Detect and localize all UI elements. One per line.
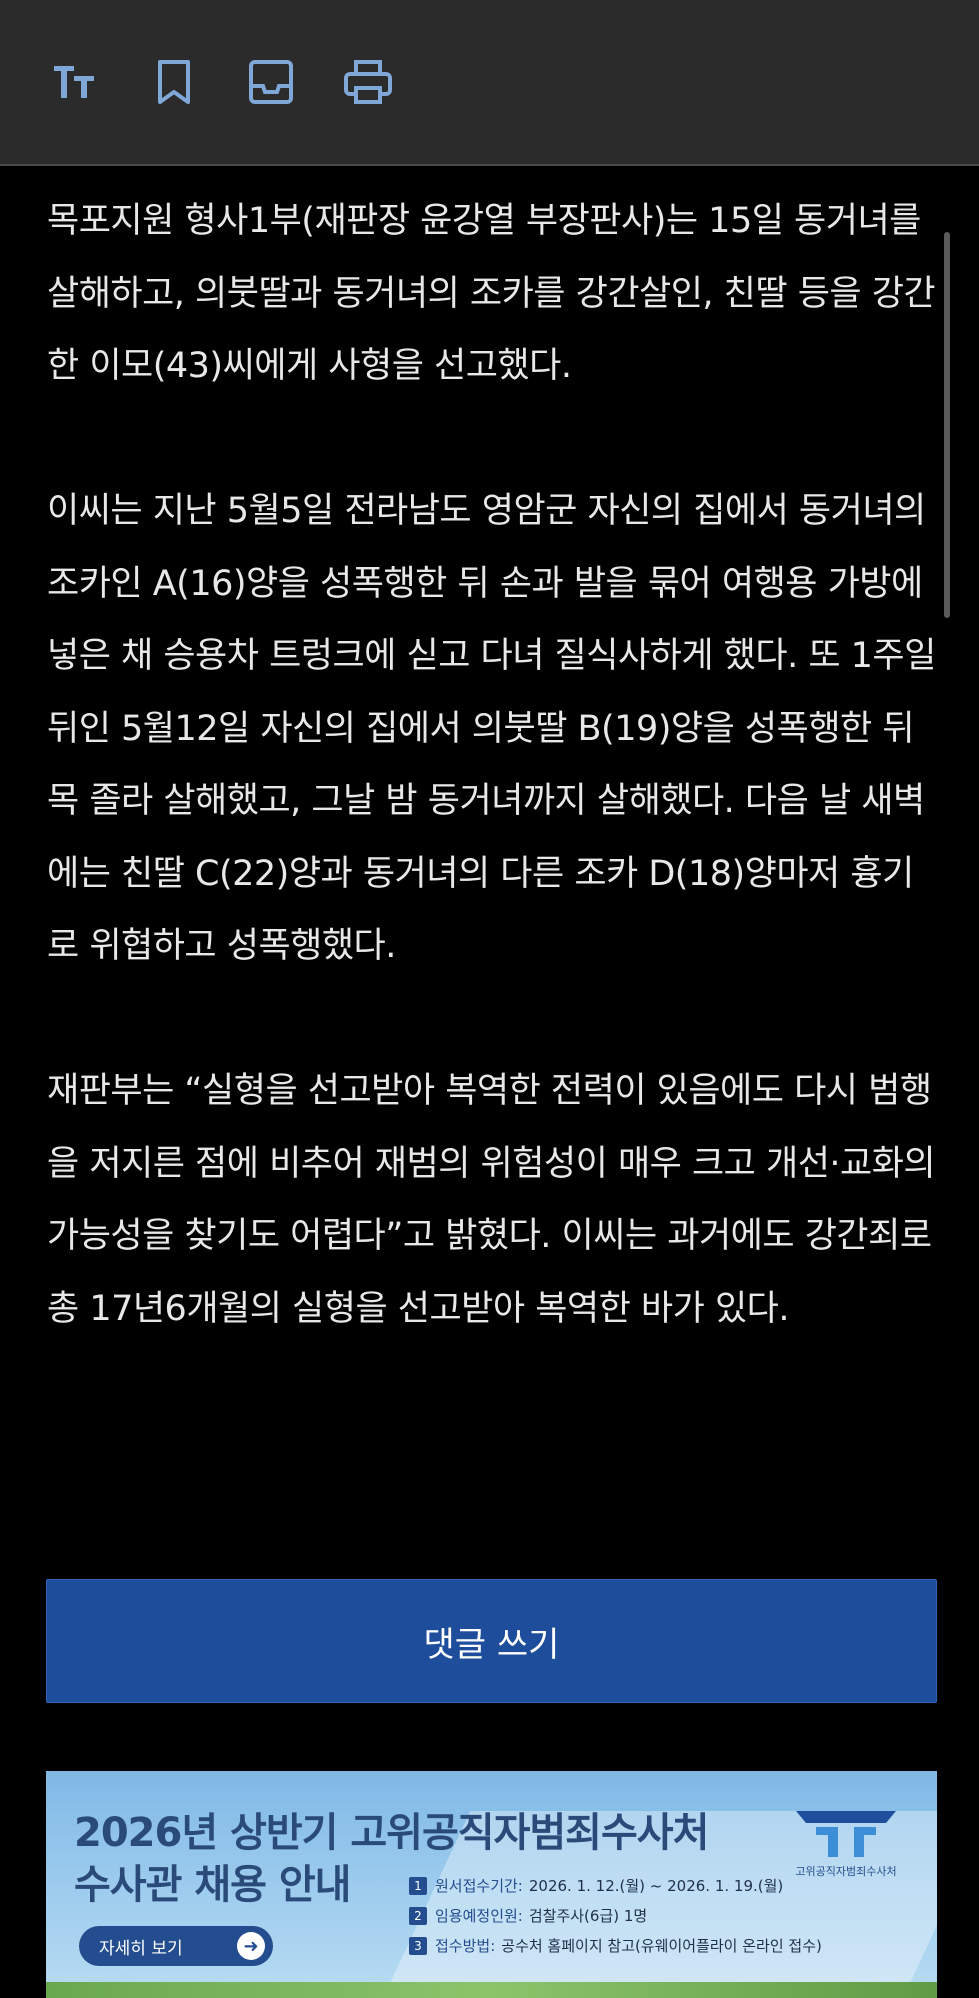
agency-logo-text: 고위공직자범죄수사처 (795, 1865, 897, 1878)
row-value: 2026. 1. 12.(월) ~ 2026. 1. 19.(월) (528, 1877, 784, 1895)
banner-more-button[interactable]: 자세히 보기 ➜ (79, 1926, 273, 1966)
text-size-icon (54, 66, 94, 98)
banner-more-label: 자세히 보기 (99, 1938, 183, 1959)
agency-logo-icon (796, 1811, 896, 1857)
print-icon (344, 60, 392, 104)
banner-title-line1: 2026년 상반기 고위공직자범죄수사처 (74, 1810, 709, 1856)
inbox-icon (249, 60, 293, 104)
row-number: 3 (409, 1937, 427, 1955)
article-paragraph: 목포지원 형사1부(재판장 윤강열 부장판사)는 15일 동거녀를 살해하고, … (47, 201, 936, 386)
ad-banner[interactable]: 2026년 상반기 고위공직자범죄수사처 수사관 채용 안내 자세히 보기 ➜ … (46, 1771, 937, 1998)
print-button[interactable] (338, 52, 398, 112)
article-paragraph: 이씨는 지난 5월5일 전라남도 영암군 자신의 집에서 동거녀의 조카인 A(… (47, 491, 936, 966)
row-key: 원서접수기간: (435, 1877, 523, 1895)
bookmark-icon (158, 60, 190, 104)
row-number: 2 (409, 1907, 427, 1925)
article-toolbar (0, 0, 979, 166)
write-comment-button[interactable]: 댓글 쓰기 (46, 1579, 937, 1703)
inbox-button[interactable] (241, 52, 301, 112)
row-number: 1 (409, 1877, 427, 1895)
text-size-button[interactable] (46, 52, 106, 112)
row-key: 접수방법: (435, 1937, 496, 1955)
banner-info-row: 2 임용예정인원: 검찰주사(6급) 1명 (409, 1901, 889, 1931)
article-body: 목포지원 형사1부(재판장 윤강열 부장판사)는 15일 동거녀를 살해하고, … (47, 185, 937, 1418)
banner-info: 1 원서접수기간: 2026. 1. 12.(월) ~ 2026. 1. 19.… (409, 1871, 889, 1961)
row-value: 검찰주사(6급) 1명 (528, 1907, 648, 1925)
bookmark-button[interactable] (144, 52, 204, 112)
row-key: 임용예정인원: (435, 1907, 523, 1925)
banner-grass (46, 1982, 937, 1998)
arrow-right-icon: ➜ (237, 1932, 265, 1960)
row-value: 공수처 홈페이지 참고(유웨이어플라이 온라인 접수) (501, 1937, 822, 1955)
scrollbar[interactable] (944, 232, 950, 618)
article-paragraph: 재판부는 “실형을 선고받아 복역한 전력이 있음에도 다시 범행을 저지른 점… (47, 1071, 936, 1329)
banner-info-row: 3 접수방법: 공수처 홈페이지 참고(유웨이어플라이 온라인 접수) (409, 1931, 889, 1961)
